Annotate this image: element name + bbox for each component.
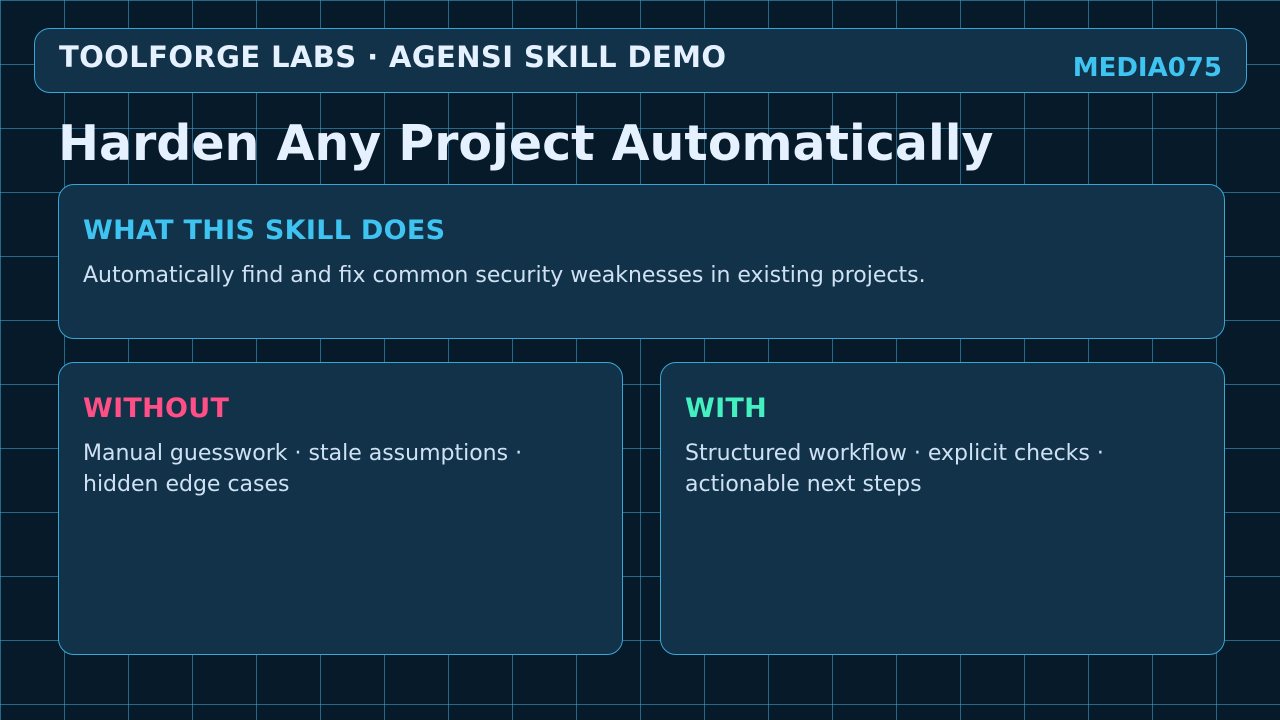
brand-title: TOOLFORGE LABS · AGENSI SKILL DEMO — [59, 40, 727, 74]
with-panel: WITH Structured workflow · explicit chec… — [660, 362, 1225, 655]
what-heading: WHAT THIS SKILL DOES — [83, 215, 446, 246]
without-panel: WITHOUT Manual guesswork · stale assumpt… — [58, 362, 623, 655]
without-description: Manual guesswork · stale assumptions · h… — [83, 441, 523, 497]
what-description: Automatically find and fix common securi… — [83, 263, 926, 288]
with-heading: WITH — [685, 393, 768, 424]
media-code: MEDIA075 — [1072, 53, 1222, 83]
what-this-skill-does-panel: WHAT THIS SKILL DOES Automatically find … — [58, 184, 1225, 339]
page-title: Harden Any Project Automatically — [58, 115, 994, 172]
header-bar: TOOLFORGE LABS · AGENSI SKILL DEMO MEDIA… — [34, 28, 1247, 93]
without-heading: WITHOUT — [83, 393, 230, 424]
with-description: Structured workflow · explicit checks · … — [685, 441, 1104, 497]
